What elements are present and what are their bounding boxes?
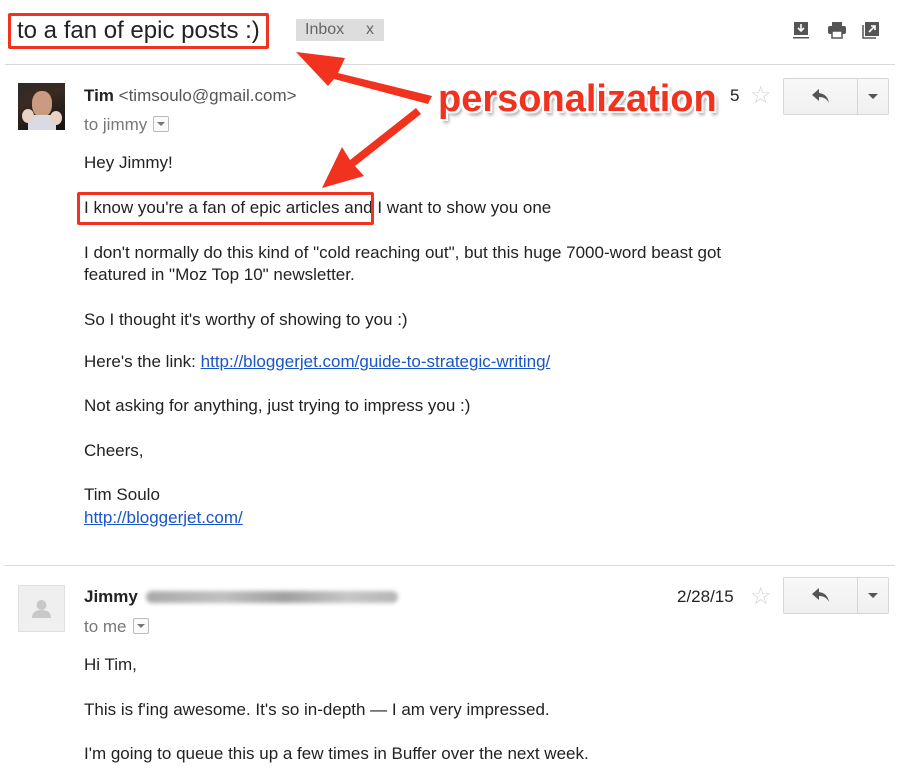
body-paragraph: So I thought it's worthy of showing to y…	[84, 310, 408, 329]
recipient-line: to jimmy	[84, 115, 170, 135]
sender: Tim <timsoulo@gmail.com>	[84, 86, 297, 106]
body-paragraph: I don't normally do this kind of "cold r…	[84, 243, 722, 262]
avatar-tim	[18, 83, 65, 130]
print-icon[interactable]	[827, 21, 846, 39]
body-greeting: Hey Jimmy!	[84, 153, 173, 172]
thread-toolbar	[792, 21, 880, 39]
recipient: to jimmy	[84, 115, 148, 134]
sender-email: <timsoulo@gmail.com>	[118, 86, 297, 105]
person-icon	[32, 600, 51, 618]
signature-link-line: http://bloggerjet.com/	[84, 508, 243, 528]
arrow-to-body	[322, 108, 421, 188]
body-paragraph: I'm going to queue this up a few times i…	[84, 744, 589, 763]
avatar-placeholder	[18, 585, 65, 632]
inbox-label[interactable]: Inbox x	[296, 19, 384, 41]
divider	[5, 565, 895, 566]
subject-row: to a fan of epic posts :) Inbox x	[0, 0, 900, 64]
message-date: 2/28/15	[677, 587, 734, 606]
download-icon[interactable]	[792, 21, 810, 39]
body-greeting: Hi Tim,	[84, 655, 137, 674]
more-options-button[interactable]	[857, 79, 888, 114]
recipient: to me	[84, 617, 127, 636]
reply-icon	[812, 89, 829, 103]
signature-name: Tim Soulo	[84, 485, 160, 504]
show-details-dropdown[interactable]	[132, 618, 149, 634]
more-options-button[interactable]	[857, 578, 888, 613]
reply-button[interactable]	[784, 578, 858, 613]
body-paragraph: featured in "Moz Top 10" newsletter.	[84, 265, 355, 284]
signature-link[interactable]: http://bloggerjet.com/	[84, 508, 243, 527]
star-icon[interactable]: ☆	[750, 585, 772, 609]
sender-name: Jimmy	[84, 587, 138, 606]
reply-button-group	[783, 577, 889, 614]
star-icon[interactable]: ☆	[750, 84, 772, 108]
reply-button-group	[783, 78, 889, 115]
sender-name: Tim	[84, 86, 114, 105]
divider	[5, 64, 895, 65]
reply-icon	[812, 588, 829, 602]
inbox-label-text: Inbox	[305, 21, 345, 38]
reply-button[interactable]	[784, 79, 858, 114]
annotation-label: personalization	[438, 78, 717, 120]
highlight-box	[77, 192, 374, 225]
email-subject: to a fan of epic posts :)	[8, 13, 269, 49]
body-paragraph: Not asking for anything, just trying to …	[84, 396, 471, 415]
redacted-email	[146, 591, 398, 603]
recipient-line: to me	[84, 617, 149, 637]
message-date: 5	[730, 86, 740, 105]
open-in-new-window-icon[interactable]	[862, 21, 880, 39]
remove-label-button[interactable]: x	[366, 19, 374, 41]
closing: Cheers,	[84, 441, 144, 460]
article-link[interactable]: http://bloggerjet.com/guide-to-strategic…	[201, 352, 551, 371]
sender: Jimmy	[84, 587, 138, 607]
show-details-dropdown[interactable]	[153, 116, 170, 132]
body-link-line: Here's the link: http://bloggerjet.com/g…	[84, 352, 551, 371]
body-paragraph: This is f'ing awesome. It's so in-depth …	[84, 700, 550, 719]
